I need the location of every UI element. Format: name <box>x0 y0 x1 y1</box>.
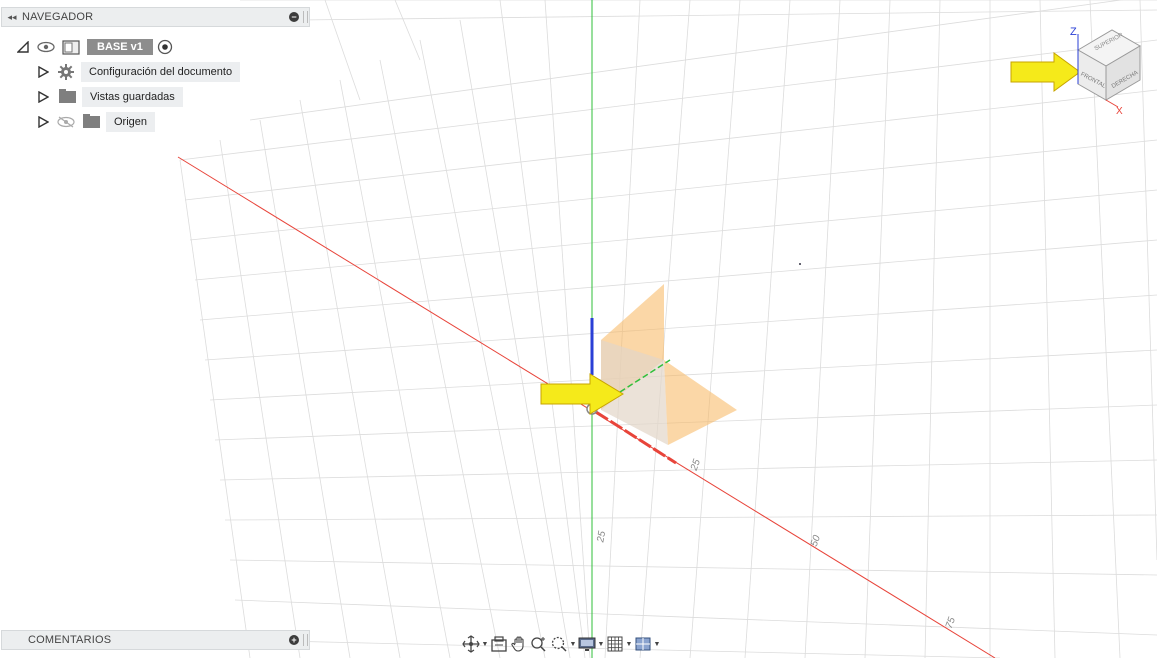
tree-item-origin[interactable]: Origen <box>37 112 156 132</box>
navigator-title: NAVEGADOR <box>22 11 94 23</box>
tree-item-saved-views[interactable]: Vistas guardadas <box>37 87 183 107</box>
orbit-icon[interactable] <box>462 635 480 653</box>
viewcube-z-label: Z <box>1070 26 1077 38</box>
tree-root-row[interactable]: BASE v1 <box>17 37 173 57</box>
chevron-down-icon[interactable]: ▼ <box>598 635 605 653</box>
collapsed-triangle-icon[interactable] <box>37 66 49 78</box>
activate-radio-icon[interactable] <box>157 39 173 55</box>
chevron-down-icon[interactable]: ▼ <box>570 635 577 653</box>
viewcube-x-label: X <box>1116 106 1123 117</box>
chevron-down-icon[interactable]: ▼ <box>626 635 633 653</box>
grid-label-x-75: 75 <box>944 616 958 631</box>
tree-item-label[interactable]: Vistas guardadas <box>82 87 183 107</box>
collapsed-triangle-icon[interactable] <box>37 91 49 103</box>
comments-header[interactable]: COMENTARIOS + <box>1 630 310 650</box>
tree-item-label[interactable]: Origen <box>106 112 156 132</box>
navigator-header[interactable]: ◂◂ NAVEGADOR − <box>1 7 310 27</box>
navigation-toolbar: ▼ ▼ ▼ ▼ ▼ <box>462 633 660 655</box>
folder-icon <box>83 114 100 128</box>
add-comment-icon[interactable]: + <box>289 635 299 645</box>
grid-lines <box>179 0 1157 658</box>
grid-label-x-25: 25 <box>689 458 704 474</box>
hidden-eye-icon[interactable] <box>57 116 75 128</box>
viewcube[interactable]: SUPERIOR FRONTAL DERECHA Z X <box>1070 26 1141 117</box>
gear-icon <box>57 63 75 81</box>
chevron-down-icon[interactable]: ▼ <box>654 635 661 653</box>
arrow-viewcube-annotation <box>1010 52 1081 92</box>
collapse-panel-icon[interactable]: ◂◂ <box>2 12 22 23</box>
component-icon <box>61 39 81 55</box>
navigator-options-icon[interactable]: − <box>289 12 299 22</box>
look-at-icon[interactable] <box>490 635 508 653</box>
tree-item-label[interactable]: Configuración del documento <box>81 62 241 82</box>
pan-hand-icon[interactable] <box>510 635 528 653</box>
chevron-down-icon[interactable]: ▼ <box>482 635 489 653</box>
viewports-icon[interactable] <box>634 635 652 653</box>
zoom-icon[interactable] <box>530 635 548 653</box>
panel-resize-handle[interactable] <box>303 634 308 646</box>
visibility-eye-icon[interactable] <box>37 41 55 53</box>
collapsed-triangle-icon[interactable] <box>37 116 49 128</box>
grid-label-z-25: 25 <box>595 530 608 544</box>
tree-item-document-settings[interactable]: Configuración del documento <box>37 62 241 82</box>
zoom-window-icon[interactable] <box>550 635 568 653</box>
grid-label-x-50: 50 <box>809 534 823 549</box>
display-settings-icon[interactable] <box>578 635 596 653</box>
base-component-label[interactable]: BASE v1 <box>87 39 153 55</box>
folder-icon <box>59 89 76 103</box>
panel-resize-handle[interactable] <box>303 11 308 23</box>
grid-snap-icon[interactable] <box>606 635 624 653</box>
comments-title: COMENTARIOS <box>28 634 112 646</box>
expanded-triangle-icon[interactable] <box>17 41 29 53</box>
